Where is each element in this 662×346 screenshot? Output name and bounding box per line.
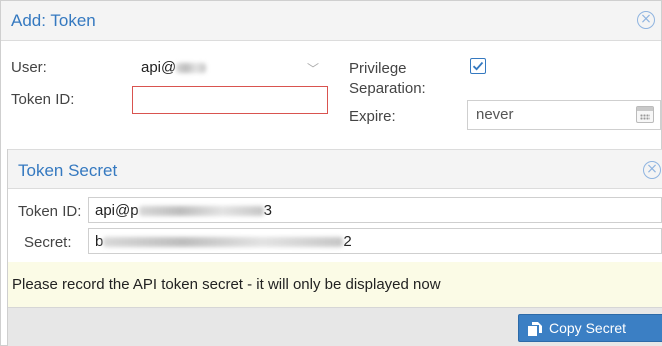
copy-button-label: Copy Secret Value [549,320,627,336]
secret-suffix: 2 [343,233,352,250]
secret-field[interactable]: b2 [88,228,662,254]
redacted-text [103,237,344,248]
copy-secret-value-button[interactable]: Copy Secret Value [518,314,662,342]
user-label: User: [11,59,47,76]
secret-token-id-suffix: 3 [263,202,272,219]
expire-label: Expire: [349,108,396,125]
secret-label: Secret: [24,234,72,251]
dialog-footer: Copy Secret Value [8,307,662,346]
privilege-label-line1: Privilege [349,60,407,77]
redacted-text [176,63,207,74]
dialog-header: Add: Token × [1,1,661,41]
add-token-dialog: Add: Token × User: api@ ﹀ Token ID: Priv… [0,0,662,346]
secret-token-id-field[interactable]: api@p 3 [88,197,662,223]
secret-value: b [95,233,104,250]
notice-banner: Please record the API token secret - it … [8,262,662,307]
notice-text: Please record the API token secret - it … [12,276,441,293]
calendar-icon[interactable] [636,106,654,123]
redacted-text [138,206,264,217]
token-id-label: Token ID: [11,91,75,108]
privilege-separation-label: Privilege Separation: [349,59,426,99]
dialog-title: Add: Token [11,11,96,30]
expire-date-field[interactable]: never [467,100,661,130]
user-value: api@ [141,59,177,76]
checkmark-icon [472,61,484,71]
user-select[interactable]: api@ ﹀ [132,53,328,81]
close-circle-icon[interactable]: × [643,161,661,179]
token-secret-dialog: Token Secret × Token ID: api@p 3 Secret: … [7,149,662,346]
secret-token-id-label: Token ID: [18,203,82,220]
close-circle-icon[interactable]: × [637,11,655,29]
secret-dialog-header: Token Secret × [8,149,662,189]
token-id-input[interactable] [132,86,328,114]
secret-dialog-title: Token Secret [18,161,118,180]
expire-value: never [476,106,514,123]
copy-icon [528,322,542,336]
secret-token-id-value: api@p [95,202,139,219]
privilege-label-line2: Separation: [349,80,426,97]
chevron-down-icon[interactable]: ﹀ [307,60,319,78]
privilege-separation-checkbox[interactable] [470,58,486,74]
